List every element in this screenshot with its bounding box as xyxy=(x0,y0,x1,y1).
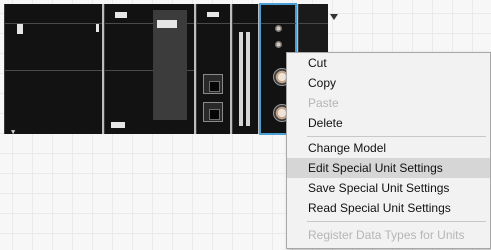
cpu-model-label xyxy=(157,20,177,28)
io-unit[interactable] xyxy=(232,4,258,134)
power-symbol: ▼ xyxy=(11,128,16,136)
comms-unit[interactable] xyxy=(196,4,230,134)
menu-item-cut[interactable]: Cut xyxy=(287,53,490,73)
menu-item-save-special-unit-settings[interactable]: Save Special Unit Settings xyxy=(287,178,490,198)
dropdown-arrow-icon[interactable] xyxy=(330,14,338,20)
rotary-switch-1 xyxy=(275,25,282,32)
menu-item-change-model[interactable]: Change Model xyxy=(287,138,490,158)
menu-item-delete[interactable]: Delete xyxy=(287,113,490,133)
io-terminal-block xyxy=(239,32,243,126)
menu-item-copy[interactable]: Copy xyxy=(287,73,490,93)
menu-separator xyxy=(307,136,486,137)
cpu-status-label xyxy=(115,12,127,18)
comms-status-label xyxy=(207,12,219,17)
plc-rack: ▼ xyxy=(4,3,328,136)
power-supply-unit[interactable]: ▼ xyxy=(4,4,102,136)
context-menu: Cut Copy Paste Delete Change Model Edit … xyxy=(286,52,491,249)
ethernet-port-2[interactable] xyxy=(203,102,223,122)
menu-item-edit-special-unit-settings[interactable]: Edit Special Unit Settings xyxy=(287,158,490,178)
rotary-switch-2 xyxy=(275,41,282,48)
menu-separator xyxy=(307,221,486,222)
io-terminal-block-2 xyxy=(246,32,250,126)
menu-item-read-special-unit-settings[interactable]: Read Special Unit Settings xyxy=(287,198,490,218)
power-switch xyxy=(96,24,99,32)
menu-item-paste: Paste xyxy=(308,96,339,110)
cpu-bottom-label xyxy=(111,122,125,128)
power-led xyxy=(17,24,23,34)
cpu-unit[interactable] xyxy=(104,4,194,134)
menu-item-register-data-types: Register Data Types for Units xyxy=(308,228,465,242)
ethernet-port-1[interactable] xyxy=(203,74,223,94)
